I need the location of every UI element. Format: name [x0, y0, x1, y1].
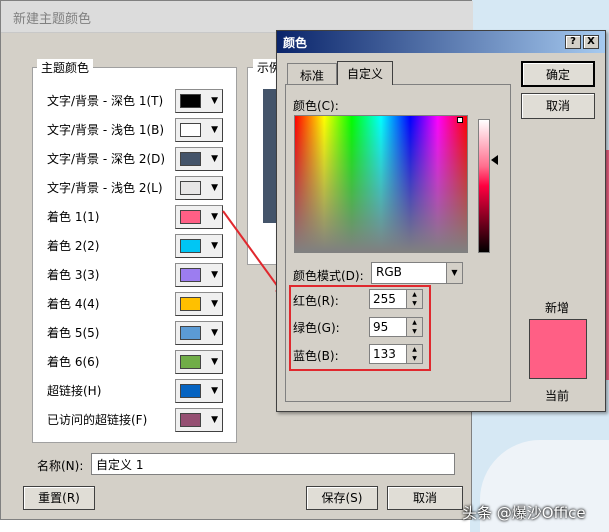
chevron-down-icon: ▼	[211, 415, 218, 425]
color-mode-label: 颜色模式(D):	[293, 269, 364, 283]
chevron-down-icon: ▼	[211, 125, 218, 135]
red-label: 红色(R):	[293, 294, 339, 308]
tab-custom[interactable]: 自定义	[337, 61, 393, 85]
blue-spinner[interactable]: 133 ▲ ▼	[369, 344, 423, 364]
color-swatch	[180, 268, 201, 282]
color-swatch	[180, 413, 201, 427]
color-swatch	[180, 384, 201, 398]
color-swatch	[180, 94, 201, 108]
theme-color-row-label: 文字/背景 - 浅色 2(L)	[47, 181, 163, 195]
theme-color-picker-button[interactable]: ▼	[175, 408, 223, 432]
spin-up-icon[interactable]: ▲	[407, 318, 422, 327]
color-cancel-button[interactable]: 取消	[521, 93, 595, 119]
ok-button[interactable]: 确定	[521, 61, 595, 87]
blue-label: 蓝色(B):	[293, 349, 339, 363]
theme-color-picker-button[interactable]: ▼	[175, 176, 223, 200]
chevron-down-icon: ▼	[211, 357, 218, 367]
new-label: 新增	[545, 301, 570, 315]
chevron-down-icon: ▼	[211, 183, 218, 193]
theme-color-row-label: 着色 3(3)	[47, 268, 100, 282]
name-label: 名称(N):	[37, 459, 84, 473]
chevron-down-icon[interactable]: ▼	[446, 263, 462, 283]
theme-color-picker-button[interactable]: ▼	[175, 118, 223, 142]
luminance-pointer-icon[interactable]	[491, 155, 498, 165]
color-swatch	[180, 181, 201, 195]
red-value: 255	[373, 292, 396, 306]
theme-color-row-label: 已访问的超链接(F)	[47, 413, 148, 427]
color-swatch	[180, 210, 201, 224]
cancel-button[interactable]: 取消	[387, 486, 463, 510]
color-dialog-title: 颜色	[277, 31, 605, 53]
color-swatch	[180, 239, 201, 253]
watermark: 头条 @爆沙Office	[462, 504, 586, 522]
color-swatch	[180, 355, 201, 369]
green-label: 绿色(G):	[293, 321, 340, 335]
red-spinner[interactable]: 255 ▲ ▼	[369, 289, 423, 309]
chevron-down-icon: ▼	[211, 154, 218, 164]
color-mode-value: RGB	[376, 265, 402, 279]
blue-value: 133	[373, 347, 396, 361]
color-dialog: 颜色 ? X 标准 自定义 颜色(C): 颜色模式(D): RGB ▼ 红色(R…	[276, 30, 606, 412]
spin-down-icon[interactable]: ▼	[407, 299, 422, 308]
color-spectrum[interactable]	[294, 115, 468, 253]
theme-color-row-label: 着色 1(1)	[47, 210, 100, 224]
color-swatch	[180, 297, 201, 311]
help-button[interactable]: ?	[565, 35, 581, 49]
name-input[interactable]: 自定义 1	[91, 453, 455, 475]
theme-color-picker-button[interactable]: ▼	[175, 321, 223, 345]
theme-color-row-label: 着色 5(5)	[47, 326, 100, 340]
theme-colors-group-label: 主题颜色	[37, 59, 94, 76]
theme-color-picker-button[interactable]: ▼	[175, 147, 223, 171]
theme-color-picker-button[interactable]: ▼	[175, 89, 223, 113]
theme-color-row-label: 着色 2(2)	[47, 239, 100, 253]
green-spinner[interactable]: 95 ▲ ▼	[369, 317, 423, 337]
tab-standard[interactable]: 标准	[287, 63, 337, 85]
reset-button[interactable]: 重置(R)	[23, 486, 95, 510]
theme-color-row-label: 文字/背景 - 浅色 1(B)	[47, 123, 165, 137]
spin-up-icon[interactable]: ▲	[407, 345, 422, 354]
spin-up-icon[interactable]: ▲	[407, 290, 422, 299]
new-color-preview	[529, 319, 587, 379]
theme-color-row-label: 文字/背景 - 深色 2(D)	[47, 152, 166, 166]
theme-color-row-label: 着色 4(4)	[47, 297, 100, 311]
current-label: 当前	[545, 389, 570, 403]
theme-color-row-label: 着色 6(6)	[47, 355, 100, 369]
chevron-down-icon: ▼	[211, 386, 218, 396]
spin-down-icon[interactable]: ▼	[407, 327, 422, 336]
spin-down-icon[interactable]: ▼	[407, 354, 422, 363]
green-value: 95	[373, 320, 389, 334]
color-mode-select[interactable]: RGB ▼	[371, 262, 463, 284]
spectrum-crosshair[interactable]	[457, 117, 463, 123]
theme-color-row-label: 超链接(H)	[47, 384, 102, 398]
colors-label: 颜色(C):	[293, 99, 339, 113]
theme-color-picker-button[interactable]: ▼	[175, 379, 223, 403]
color-swatch	[180, 326, 201, 340]
color-swatch	[180, 123, 201, 137]
close-button[interactable]: X	[583, 35, 599, 49]
chevron-down-icon: ▼	[211, 96, 218, 106]
luminance-slider[interactable]	[478, 119, 490, 253]
color-swatch	[180, 152, 201, 166]
dialog-title: 新建主题颜色	[1, 1, 473, 33]
theme-color-picker-button[interactable]: ▼	[175, 350, 223, 374]
save-button[interactable]: 保存(S)	[306, 486, 378, 510]
theme-color-row-label: 文字/背景 - 深色 1(T)	[47, 94, 164, 108]
chevron-down-icon: ▼	[211, 328, 218, 338]
